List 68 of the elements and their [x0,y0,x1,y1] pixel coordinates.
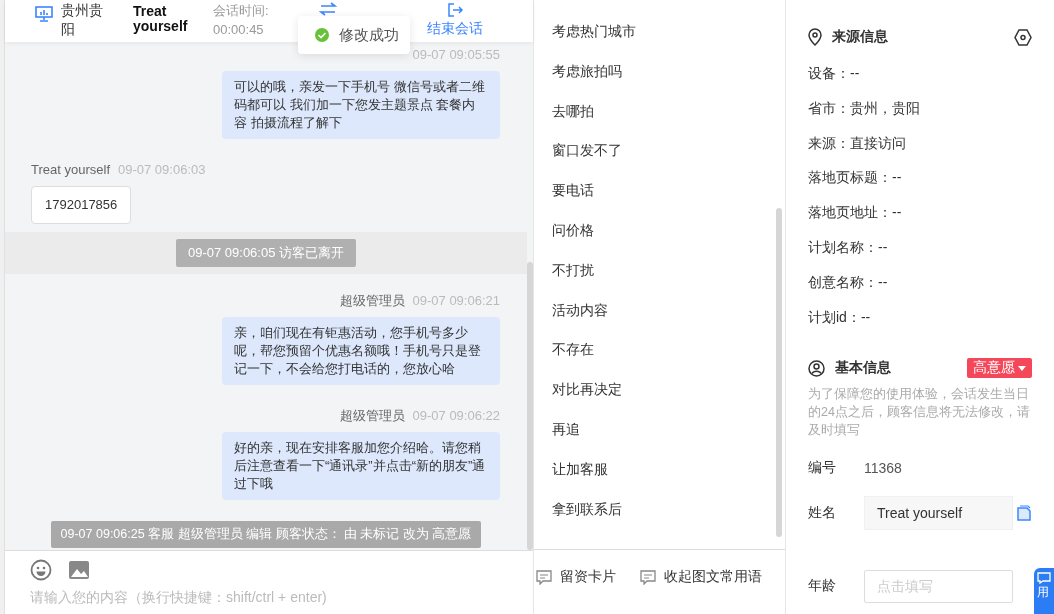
success-icon [315,28,329,42]
user-icon [808,359,825,377]
settings-icon[interactable] [1014,28,1032,46]
section-title: 基本信息 [835,359,892,378]
quick-phrase[interactable]: 再追 [552,417,776,458]
field-label: 姓名 [808,504,837,523]
sender-name: 超级管理员 [339,292,405,310]
copy-icon[interactable] [1017,505,1031,522]
scrollbar[interactable] [776,208,782,537]
floating-button[interactable]: 用 [1034,568,1054,614]
monitor-icon [35,6,53,22]
quick-phrase[interactable]: 考虑旅拍吗 [552,59,776,100]
message-time: 09-07 09:05:55 [412,46,500,64]
message-time: 09-07 09:06:21 [412,292,500,310]
status-notice: 09-07 09:06:25 客服 超级管理员 编辑 顾客状态： 由 未标记 改为 高意愿 [50,521,482,548]
scrollbar[interactable] [527,262,533,550]
session-time: 00:00:45 [213,21,265,39]
name-field[interactable]: Treat yourself [864,496,1013,531]
section-title: 来源信息 [832,28,889,46]
end-session-button[interactable]: 结束会话 [426,2,483,38]
message-icon [536,569,552,585]
info-row-text: 计划id：-- [808,307,872,327]
info-note: 为了保障您的使用体验，会话发生当日的24点之后，顾客信息将无法修改，请及时填写 [808,386,1031,440]
quick-phrase[interactable]: 问价格 [552,219,776,259]
chat-icon [1037,572,1051,584]
sender-name: Treat yourself [31,161,110,179]
quick-phrase[interactable]: 考虑热门城市 [552,20,776,60]
info-row-text: 落地页地址：-- [808,203,903,223]
field-label: 编号 [808,459,837,478]
quick-phrase[interactable]: 要电话 [552,179,776,219]
info-row-text: 计划名称：-- [808,238,889,257]
emoji-icon[interactable] [30,559,52,581]
message-icon [640,569,656,585]
quick-phrase[interactable]: 去哪拍 [552,99,776,140]
message-bubble: 好的亲，现在安排客服加您介绍哈。请您稍后注意查看一下“通讯录”并点击“新的朋友”通过下哦 [222,432,500,500]
quick-phrase[interactable]: 不打扰 [552,258,776,299]
message-time: 09-07 09:06:03 [118,161,206,179]
phrase-action-button[interactable]: 留资卡片 [536,566,616,588]
message-time: 09-07 09:06:22 [412,407,500,425]
phrase-action-button[interactable]: 收起图文常用语 [640,566,762,588]
message-bubble: 亲，咱们现在有钜惠活动，您手机号多少呢，帮您预留个优惠名额哦！手机号只是登记一下，不会给您打电话的，您放心哈 [222,317,500,385]
caret-icon [1018,365,1026,371]
quick-phrase[interactable]: 对比再决定 [552,378,776,418]
quick-phrase[interactable]: 窗口发不了 [552,139,776,180]
message-bubble: 可以的哦，亲发一下手机号 微信号或者二维码都可以 我们加一下您发主题景点 套餐内容 拍摄流程了解下 [222,71,500,139]
quick-phrase[interactable]: 拿到联系后 [552,497,776,538]
sender-name: 超级管理员 [339,407,405,425]
status-tag[interactable]: 高意愿 [967,358,1032,379]
visitor-location: 贵州贵阳 [61,1,104,39]
image-icon[interactable] [68,560,90,580]
info-row-text: 落地页标题：-- [808,168,903,188]
info-row-text: 设备：-- [808,64,861,83]
system-message: 09-07 09:06:05 访客已离开 [175,239,357,267]
transfer-icon[interactable] [318,2,337,16]
visitor-name: Treat yourself [133,4,189,34]
message-bubble: 1792017856 [31,186,132,224]
location-pin-icon [808,28,822,46]
exit-icon [446,2,463,18]
info-row-text: 省市：贵州，贵阳 [808,98,921,118]
info-row-text: 创意名称：-- [808,272,889,292]
session-label: 会话时间: [213,2,269,20]
field-label: 年龄 [808,577,837,596]
quick-phrase[interactable]: 不存在 [552,338,776,379]
toast-message: 修改成功 [339,25,399,45]
quick-phrase[interactable]: 活动内容 [552,298,776,339]
quick-phrase[interactable]: 让加客服 [552,457,776,498]
field-value: 11368 [864,460,902,477]
info-row-text: 来源：直接访问 [808,133,907,153]
